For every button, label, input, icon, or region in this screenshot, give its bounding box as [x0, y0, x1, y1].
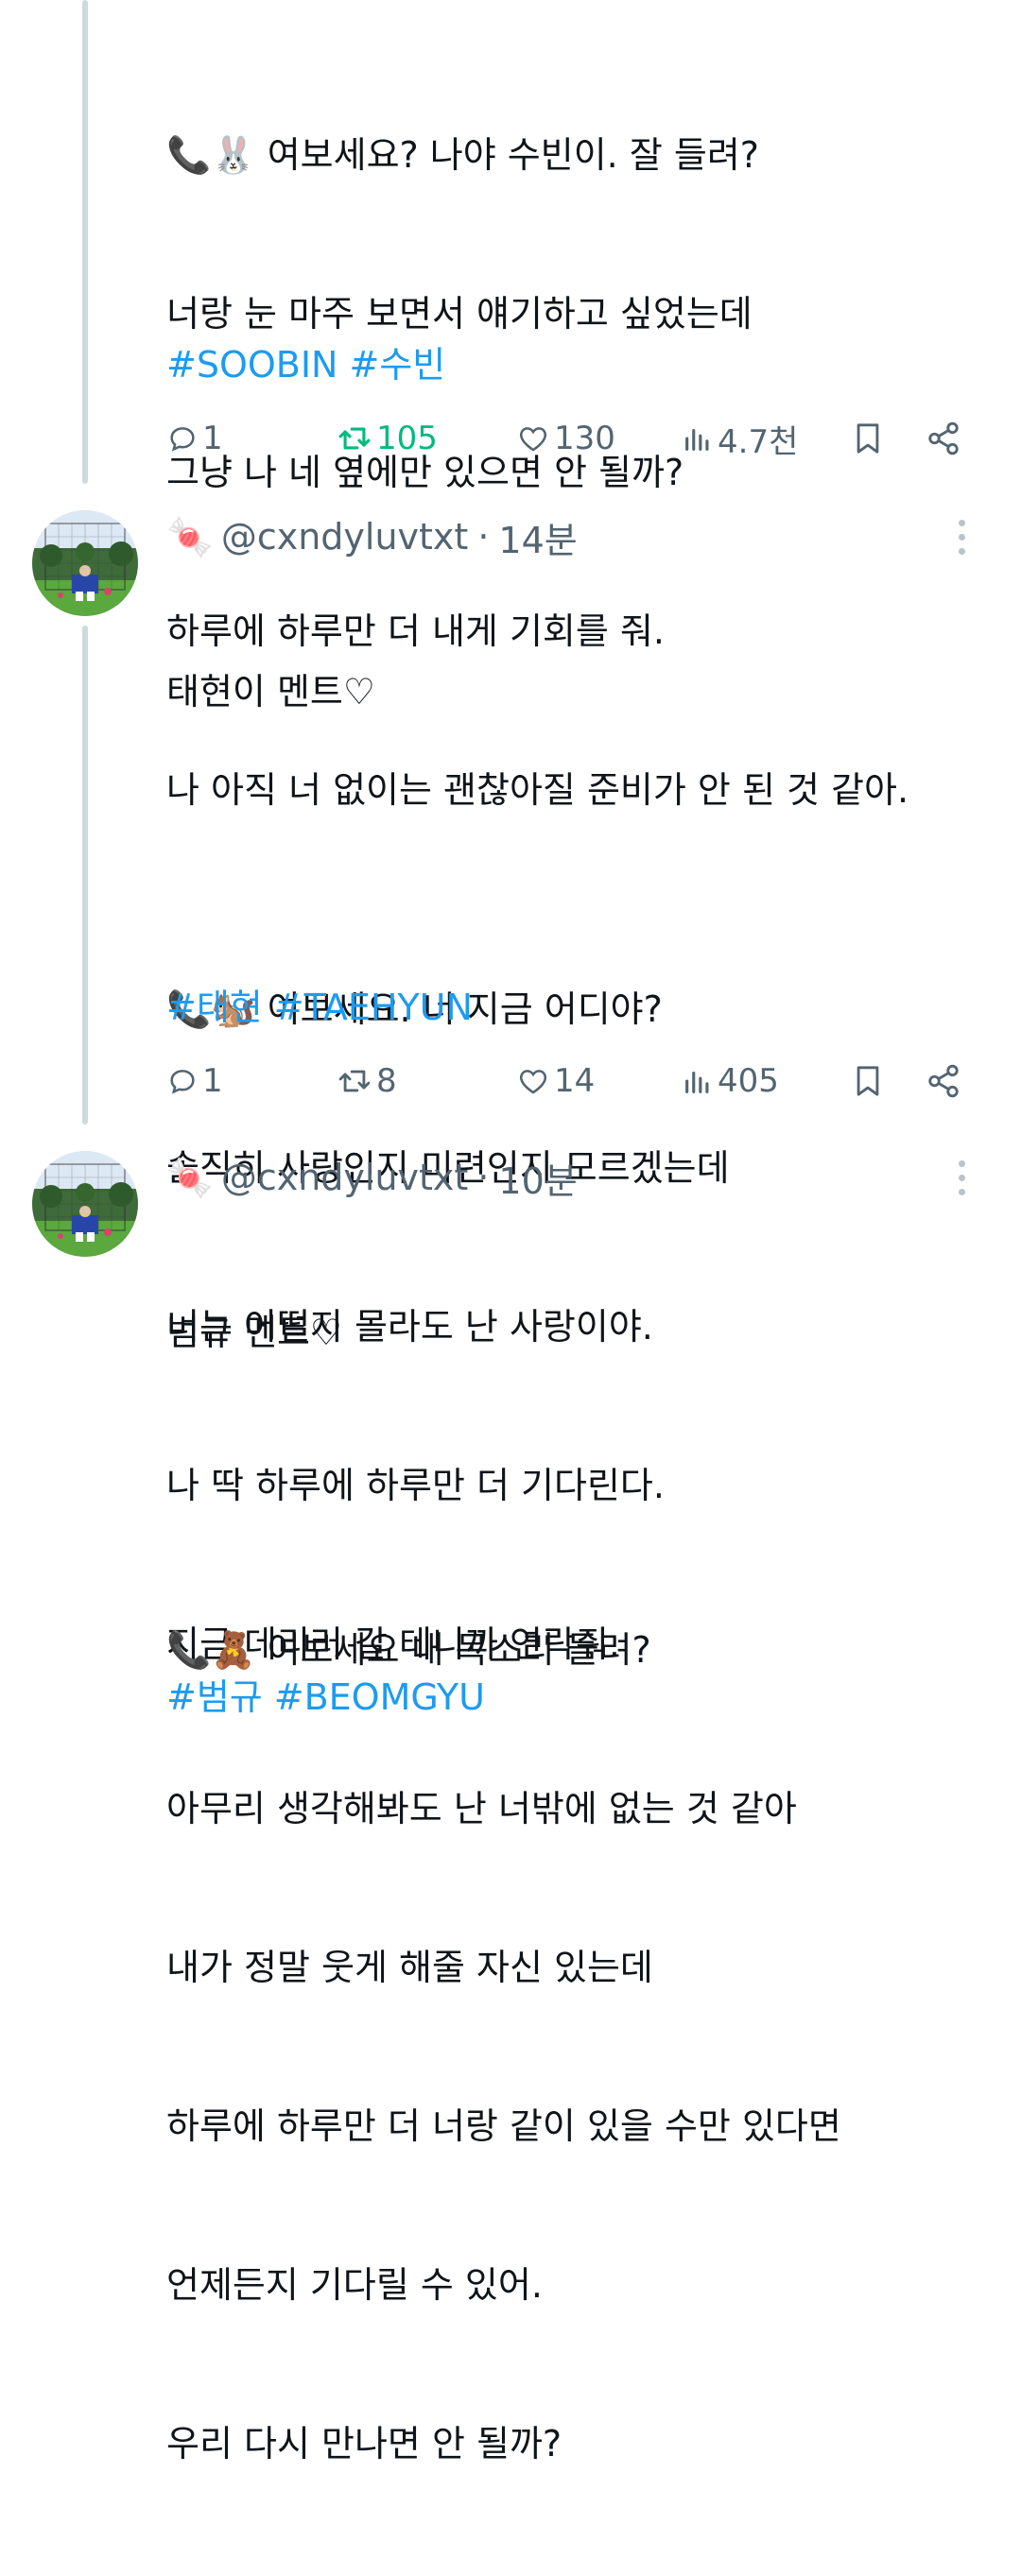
- thread-line: [82, 0, 88, 484]
- tweet-header: 🍬 @cxndyluvtxt · 10분: [166, 1151, 578, 1204]
- bookmark-button[interactable]: [852, 412, 888, 465]
- hashtag-link[interactable]: #범규: [166, 1676, 263, 1718]
- share-button[interactable]: [926, 412, 965, 465]
- tweet-text-line: 범규 멘트♡: [166, 1312, 342, 1353]
- retweet-button[interactable]: 8: [337, 1055, 397, 1108]
- tweet-text-line: 우리 다시 만나면 안 될까?: [166, 2423, 562, 2464]
- bookmark-button[interactable]: [852, 1055, 888, 1108]
- retweet-icon: [338, 427, 371, 450]
- share-button[interactable]: [926, 1055, 965, 1108]
- more-icon: [958, 519, 965, 526]
- like-count: 130: [554, 420, 615, 457]
- hashtag-link[interactable]: #SOOBIN: [166, 344, 337, 386]
- like-icon: [519, 427, 547, 452]
- timestamp[interactable]: 14분: [498, 511, 577, 563]
- views-button[interactable]: 4.7천: [682, 412, 798, 465]
- views-icon: [685, 1071, 709, 1093]
- hashtags: #범규 #BEOMGYU: [166, 1671, 496, 1724]
- bookmark-icon: [857, 1066, 879, 1096]
- tweet-text-line: 태현이 멘트♡: [166, 671, 375, 713]
- like-count: 14: [554, 1062, 596, 1100]
- like-button[interactable]: 130: [516, 412, 615, 465]
- more-icon: [958, 1159, 965, 1167]
- reply-icon: [170, 1070, 195, 1094]
- share-icon: [928, 421, 959, 455]
- timestamp[interactable]: 10분: [498, 1152, 577, 1204]
- hashtags: #SOOBIN #수빈: [166, 338, 457, 391]
- tweet-text-line: 하루에 하루만 더 너랑 같이 있을 수만 있다면: [166, 2105, 841, 2147]
- hashtag-link[interactable]: #태현: [166, 987, 263, 1028]
- more-icon: [958, 533, 965, 541]
- action-bar: 1 8 14 405: [166, 1055, 979, 1108]
- tweet-text-line: 너랑 눈 마주 보면서 얘기하고 싶었는데: [166, 293, 753, 335]
- avatar-image: [32, 510, 138, 616]
- avatar-image: [32, 1151, 138, 1257]
- user-handle[interactable]: @cxndyluvtxt: [221, 1157, 469, 1198]
- views-button[interactable]: 405: [682, 1055, 779, 1108]
- tweet-text-line: 📞🐰 여보세요? 나야 수빈이. 잘 들려?: [166, 134, 759, 176]
- separator-dot: ·: [477, 516, 490, 558]
- views-count: 405: [718, 1062, 779, 1100]
- share-icon: [928, 1064, 959, 1098]
- reply-count: 1: [202, 420, 223, 457]
- hashtag-link[interactable]: #TAEHYUN: [274, 987, 473, 1028]
- retweet-count: 8: [376, 1062, 397, 1100]
- avatar[interactable]: [32, 1151, 138, 1257]
- views-icon: [685, 428, 709, 451]
- hashtags: #태현 #TAEHYUN: [166, 981, 484, 1034]
- bookmark-icon: [857, 423, 879, 454]
- like-icon: [519, 1070, 547, 1094]
- candy-emoji: 🍬: [166, 515, 214, 559]
- reply-button[interactable]: 1: [166, 412, 223, 465]
- tweet-text-line: [166, 824, 730, 877]
- retweet-button[interactable]: 105: [337, 412, 438, 465]
- more-icon: [958, 1174, 965, 1181]
- action-bar: 1 105 130 4.7천: [166, 412, 979, 465]
- separator-dot: ·: [477, 1157, 490, 1198]
- user-handle[interactable]: @cxndyluvtxt: [221, 516, 469, 558]
- tweet-text-line: 📞🧸 여보세요 내 목소리 들려?: [166, 1629, 651, 1671]
- more-options-button[interactable]: [947, 1151, 976, 1204]
- hashtag-link[interactable]: #수빈: [349, 344, 445, 386]
- reply-button[interactable]: 1: [166, 1055, 223, 1108]
- reply-count: 1: [202, 1062, 223, 1100]
- views-count: 4.7천: [718, 422, 799, 461]
- tweet-text-line: [166, 1465, 841, 1518]
- thread-line: [82, 626, 88, 1125]
- more-icon: [958, 547, 965, 555]
- more-options-button[interactable]: [947, 510, 976, 563]
- avatar[interactable]: [32, 510, 138, 616]
- tweet-text-line: 아무리 생각해봐도 난 너밖에 없는 것 같아: [166, 1788, 797, 1829]
- tweet-text-line: 언제든지 기다릴 수 있어.: [166, 2264, 543, 2306]
- like-button[interactable]: 14: [516, 1055, 595, 1108]
- more-icon: [958, 1188, 965, 1195]
- tweet-text-line: 내가 정말 웃게 해줄 자신 있는데: [166, 1947, 653, 1988]
- hashtag-link[interactable]: #BEOMGYU: [274, 1676, 485, 1718]
- reply-icon: [170, 427, 195, 452]
- tweet-text: 범규 멘트♡ 📞🧸 여보세요 내 목소리 들려? 아무리 생각해봐도 난 너밖에…: [166, 1200, 841, 2576]
- retweet-icon: [338, 1070, 371, 1092]
- retweet-count: 105: [376, 420, 438, 457]
- tweet-header: 🍬 @cxndyluvtxt · 14분: [166, 510, 578, 563]
- candy-emoji: 🍬: [166, 1156, 214, 1200]
